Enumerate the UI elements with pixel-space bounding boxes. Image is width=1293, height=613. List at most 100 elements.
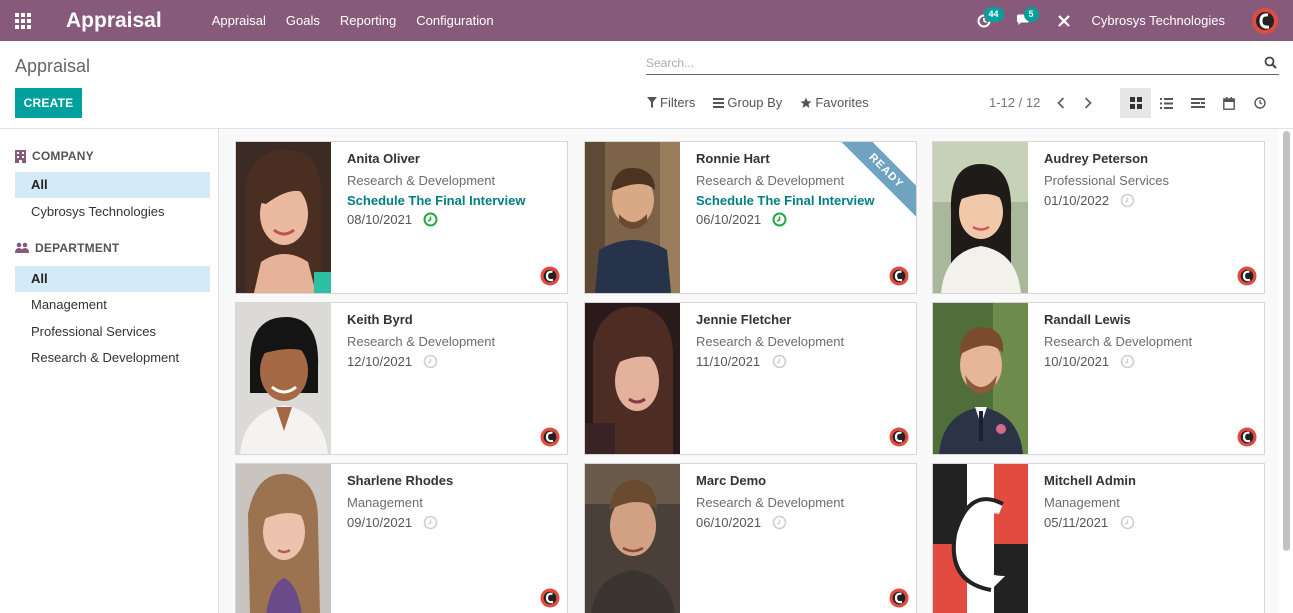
- company-logo-icon: [889, 427, 909, 447]
- activity-clock-icon[interactable]: [772, 354, 787, 369]
- appraisal-date: 06/10/2021: [696, 515, 762, 530]
- company-filter-cybrosys[interactable]: Cybrosys Technologies: [15, 199, 210, 225]
- activity-clock-icon[interactable]: [772, 212, 787, 227]
- activity-clock-icon[interactable]: [1120, 193, 1135, 208]
- kanban-scrollbar[interactable]: [1283, 131, 1290, 551]
- bars-icon: [713, 97, 725, 108]
- employee-department: Professional Services: [1044, 173, 1169, 188]
- employee-department: Research & Development: [696, 334, 845, 349]
- menu-reporting[interactable]: Reporting: [340, 0, 396, 41]
- breadcrumb: Appraisal: [15, 56, 91, 76]
- appraisal-date: 06/10/2021: [696, 212, 762, 227]
- create-button[interactable]: CREATE: [15, 88, 82, 118]
- search-icon[interactable]: [1264, 56, 1277, 69]
- list-icon: [1160, 97, 1173, 109]
- filter-icon: [647, 97, 657, 108]
- employee-department: Research & Development: [347, 173, 496, 188]
- filters-button[interactable]: Filters: [647, 95, 695, 110]
- favorites-label: Favorites: [815, 95, 869, 110]
- company-logo-icon: [1237, 427, 1257, 447]
- employee-department: Management: [347, 495, 423, 510]
- menu-configuration[interactable]: Configuration: [416, 0, 493, 41]
- activity-clock-icon[interactable]: [423, 212, 438, 227]
- activity-clock-icon[interactable]: [1120, 515, 1135, 530]
- department-filter-research-development[interactable]: Research & Development: [15, 345, 210, 371]
- menu-goals[interactable]: Goals: [286, 0, 320, 41]
- employee-name: Sharlene Rhodes: [347, 473, 454, 488]
- employee-card[interactable]: Randall Lewis Research & Development 10/…: [932, 302, 1265, 455]
- activity-clock-icon[interactable]: [1120, 354, 1135, 369]
- employee-card[interactable]: Marc Demo Research & Development 06/10/2…: [584, 463, 917, 613]
- employee-photo: [585, 464, 680, 613]
- employee-department: Research & Development: [1044, 334, 1193, 349]
- employee-photo: [236, 303, 331, 454]
- messages-button[interactable]: 5: [1004, 0, 1044, 41]
- employee-card[interactable]: Mitchell Admin Management 05/11/2021: [932, 463, 1265, 613]
- activity-clock-icon[interactable]: [772, 515, 787, 530]
- appraisal-date: 11/10/2021: [696, 354, 761, 369]
- employee-card[interactable]: Sharlene Rhodes Management 09/10/2021: [235, 463, 568, 613]
- activity-count-badge: 44: [983, 7, 1004, 22]
- company-logo-icon: [540, 266, 560, 286]
- department-filter-management[interactable]: Management: [15, 292, 210, 318]
- employee-name: Ronnie Hart: [696, 151, 770, 166]
- debug-tools-button[interactable]: [1044, 0, 1084, 41]
- next-activity[interactable]: Schedule The Final Interview: [696, 193, 874, 208]
- search-bar: [646, 53, 1279, 75]
- filters-label: Filters: [660, 95, 696, 110]
- department-filter-all[interactable]: All: [15, 266, 210, 292]
- employee-card[interactable]: Jennie Fletcher Research & Development 1…: [584, 302, 917, 455]
- kanban-view-button[interactable]: [1120, 88, 1151, 118]
- employee-name: Marc Demo: [696, 473, 767, 488]
- star-icon: [800, 97, 812, 108]
- activity-clock-icon[interactable]: [423, 515, 438, 530]
- appraisal-date: 09/10/2021: [347, 515, 413, 530]
- company-logo-icon: [889, 588, 909, 608]
- pager-next-button[interactable]: [1078, 93, 1098, 113]
- employee-card[interactable]: Audrey Peterson Professional Services 01…: [932, 141, 1265, 294]
- activity-list-view-button[interactable]: [1182, 88, 1213, 118]
- department-filter-title: DEPARTMENT: [35, 241, 120, 255]
- employee-photo: [236, 464, 331, 613]
- activity-clock-icon[interactable]: [423, 354, 438, 369]
- calendar-icon: [1222, 96, 1235, 110]
- apps-menu-icon[interactable]: [0, 0, 46, 41]
- activity-button[interactable]: 44: [964, 0, 1004, 41]
- top-navbar: Appraisal Appraisal Goals Reporting Conf…: [0, 0, 1293, 41]
- user-avatar[interactable]: [1251, 7, 1279, 35]
- employee-name: Anita Oliver: [347, 151, 420, 166]
- employee-name: Audrey Peterson: [1044, 151, 1149, 166]
- appraisal-date: 08/10/2021: [347, 212, 413, 227]
- employee-name: Keith Byrd: [347, 312, 413, 327]
- chevron-left-icon: [1057, 97, 1065, 109]
- calendar-view-button[interactable]: [1213, 88, 1244, 118]
- activity-view-button[interactable]: [1244, 88, 1275, 118]
- employee-card[interactable]: Ronnie Hart Research & Development Sched…: [584, 141, 917, 294]
- control-panel: Appraisal CREATE Filters Group By Favori…: [0, 41, 1293, 129]
- company-switcher[interactable]: Cybrosys Technologies: [1092, 0, 1225, 41]
- favorites-button[interactable]: Favorites: [800, 95, 869, 110]
- company-filter-all[interactable]: All: [15, 172, 210, 198]
- employee-photo: [933, 464, 1028, 613]
- company-filter-title: COMPANY: [32, 149, 94, 163]
- ready-ribbon: READY: [835, 142, 916, 222]
- group-by-button[interactable]: Group By: [713, 95, 782, 110]
- pager-value[interactable]: 1-12 / 12: [989, 95, 1040, 110]
- next-activity[interactable]: Schedule The Final Interview: [347, 193, 525, 208]
- chevron-right-icon: [1084, 97, 1092, 109]
- department-filter-professional-services[interactable]: Professional Services: [15, 319, 210, 345]
- list-view-button[interactable]: [1151, 88, 1182, 118]
- kanban-view: Anita Oliver Research & Development Sche…: [219, 129, 1279, 613]
- app-title: Appraisal: [66, 9, 162, 32]
- menu-appraisal[interactable]: Appraisal: [212, 0, 266, 41]
- employee-photo: [236, 142, 331, 293]
- pager-previous-button[interactable]: [1051, 93, 1071, 113]
- employee-card[interactable]: Anita Oliver Research & Development Sche…: [235, 141, 568, 294]
- search-input[interactable]: [646, 53, 1246, 73]
- search-options: Filters Group By Favorites: [647, 95, 887, 110]
- building-icon: [15, 149, 26, 163]
- company-logo-icon: [540, 588, 560, 608]
- users-icon: [15, 242, 29, 253]
- employee-card[interactable]: Keith Byrd Research & Development 12/10/…: [235, 302, 568, 455]
- employee-photo: [585, 142, 680, 293]
